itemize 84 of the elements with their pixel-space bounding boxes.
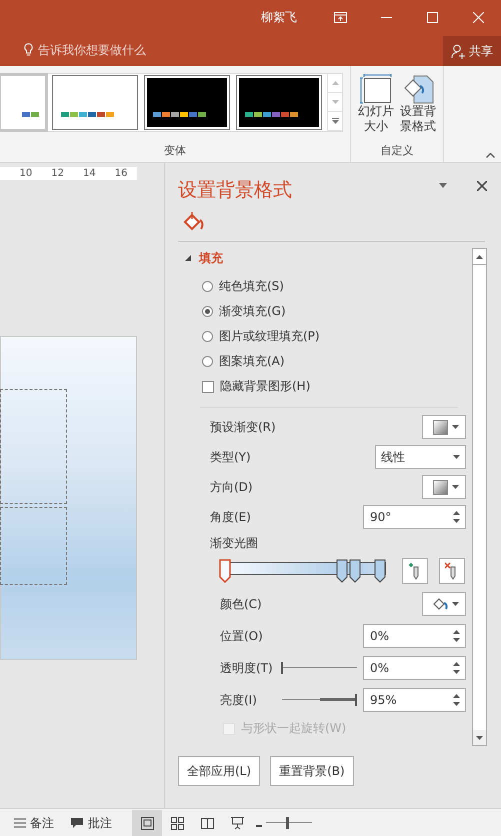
type-dropdown[interactable]: 线性: [375, 445, 466, 469]
lightbulb-icon: [24, 43, 33, 57]
slider[interactable]: [282, 693, 357, 707]
fill-section-header[interactable]: 填充: [178, 248, 472, 268]
notes-icon: [14, 818, 26, 828]
fill-radio-option[interactable]: 渐变填充(G): [178, 299, 472, 324]
gradient-swatch-icon: [433, 480, 448, 494]
tell-me-field[interactable]: 告诉我你想要做什么: [24, 42, 146, 58]
spin-down-icon[interactable]: [453, 638, 460, 642]
caret-icon[interactable]: [453, 455, 460, 459]
spin-up-icon[interactable]: [453, 694, 460, 698]
gradient-dropdown[interactable]: [422, 475, 466, 499]
spinner-field[interactable]: 0%: [363, 656, 466, 680]
gradient-stop-handle[interactable]: [348, 559, 361, 583]
zoom-slider[interactable]: [266, 816, 312, 830]
field-label: 预设渐变(R): [210, 418, 276, 436]
caret-icon[interactable]: [452, 485, 459, 489]
spin-up-icon[interactable]: [453, 630, 460, 634]
gradient-stop-handle[interactable]: [336, 559, 348, 583]
add-stop-icon[interactable]: [402, 558, 428, 584]
scroll-down-icon[interactable]: [476, 736, 483, 740]
slider[interactable]: [282, 661, 357, 675]
paint-bucket-icon: [433, 597, 449, 611]
spin-up-icon[interactable]: [453, 662, 460, 666]
color-dropdown[interactable]: [422, 592, 466, 616]
field-label: 位置(O): [220, 628, 263, 644]
slide-size-button[interactable]: 幻灯片 大小: [356, 74, 396, 134]
variant-thumbnail[interactable]: [237, 76, 321, 129]
radio-icon[interactable]: [202, 356, 213, 367]
notes-button[interactable]: 备注: [6, 810, 62, 836]
gradient-swatch-icon: [433, 420, 448, 434]
field-label: 角度(E): [210, 508, 251, 526]
paint-bucket-page-icon: [402, 74, 434, 104]
field-label: 渐变光圈: [210, 534, 258, 552]
comments-button[interactable]: 批注: [62, 810, 120, 836]
more-icon[interactable]: [332, 118, 338, 124]
placeholder-frame[interactable]: [0, 507, 67, 585]
fill-radio-option[interactable]: 纯色填充(S): [178, 274, 472, 299]
group-label: 自定义: [380, 143, 414, 158]
pane-menu-icon[interactable]: [439, 183, 447, 188]
slide-size-icon: [360, 74, 392, 104]
comment-icon: [70, 817, 84, 829]
fill-radio-option[interactable]: 图案填充(A): [178, 349, 472, 374]
remove-stop-icon[interactable]: [439, 558, 465, 584]
spin-down-icon[interactable]: [453, 519, 460, 523]
radio-icon[interactable]: [202, 281, 213, 292]
spin-up-icon[interactable]: [453, 511, 460, 515]
hide-graphics-checkbox[interactable]: 隐藏背景图形(H): [178, 374, 472, 399]
field-label: 类型(Y): [210, 448, 251, 466]
share-button[interactable]: 共享: [443, 36, 501, 66]
user-name: 柳絮飞: [261, 8, 297, 26]
collapse-ribbon-icon[interactable]: [486, 153, 495, 158]
caret-icon[interactable]: [452, 425, 459, 429]
pane-button[interactable]: 全部应用(L): [178, 756, 260, 786]
scroll-up-icon[interactable]: [476, 254, 483, 258]
pane-title: 设置背景格式: [178, 178, 292, 203]
normal-view-icon[interactable]: [132, 810, 162, 836]
checkbox-icon[interactable]: [202, 380, 214, 392]
format-background-button[interactable]: 设置背 景格式: [398, 74, 438, 134]
spinner-field[interactable]: 90°: [363, 505, 466, 529]
placeholder-frame[interactable]: [0, 389, 67, 504]
field-label: 方向(D): [210, 478, 253, 496]
field-label: 颜色(C): [220, 596, 262, 612]
pane-button[interactable]: 重置背景(B): [270, 756, 354, 786]
spinner-field[interactable]: 0%: [363, 624, 466, 648]
variant-thumbnail[interactable]: [145, 76, 229, 129]
caret-icon[interactable]: [452, 602, 459, 606]
radio-icon[interactable]: [202, 331, 213, 342]
field-label: 亮度(I): [220, 692, 257, 708]
ruler: 10 12 14 16: [0, 167, 137, 180]
spin-down-icon[interactable]: [453, 702, 460, 706]
field-label: 透明度(T): [220, 660, 273, 676]
radio-icon[interactable]: [202, 306, 213, 317]
close-icon[interactable]: [477, 181, 487, 191]
gradient-stop-handle[interactable]: [219, 559, 231, 583]
gradient-dropdown[interactable]: [422, 415, 466, 439]
expand-arrow-icon[interactable]: [185, 255, 191, 261]
fill-radio-option[interactable]: 图片或纹理填充(P): [178, 324, 472, 349]
spinner-field[interactable]: 95%: [363, 688, 466, 712]
spin-down-icon[interactable]: [453, 670, 460, 674]
person-add-icon: [451, 44, 466, 58]
gradient-stop-handle[interactable]: [374, 559, 386, 583]
scrollbar[interactable]: [472, 248, 487, 746]
group-label: 变体: [163, 143, 187, 158]
